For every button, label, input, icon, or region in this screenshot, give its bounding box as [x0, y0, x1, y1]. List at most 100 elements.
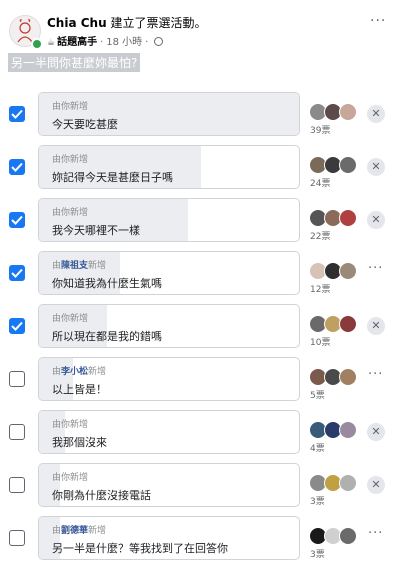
- post-options-button[interactable]: ···: [370, 13, 386, 29]
- voter-avatars[interactable]: [309, 474, 361, 492]
- vote-count[interactable]: 22票: [310, 229, 330, 242]
- poll-option-checkbox[interactable]: [9, 318, 25, 334]
- voter-avatars[interactable]: [309, 315, 361, 333]
- badge-icon: ☕: [47, 38, 56, 48]
- poll-option-added-by: 由你新增: [52, 417, 88, 430]
- poll-option-box[interactable]: 由你新增 今天要吃甚麼: [38, 92, 300, 136]
- voter-avatars[interactable]: [309, 156, 361, 174]
- voter-avatar[interactable]: [339, 315, 357, 333]
- author-name[interactable]: Chia Chu: [47, 16, 107, 30]
- added-by-prefix: 由你新增: [52, 155, 89, 165]
- vote-count[interactable]: 10票: [310, 335, 330, 348]
- post-meta: ☕ 話題高手 · 18 小時 ·: [47, 33, 164, 48]
- remove-option-button[interactable]: ✕: [367, 158, 385, 176]
- option-more-button[interactable]: ···: [368, 261, 383, 276]
- poll-option-checkbox[interactable]: [9, 106, 25, 122]
- poll-option-checkbox[interactable]: [9, 477, 25, 493]
- poll-option-box[interactable]: 由你新增妳記得今天是甚麼日子嗎: [38, 145, 300, 189]
- post-header: Chia Chu 建立了票選活動。 ☕ 話題高手 · 18 小時 · ···: [0, 0, 401, 55]
- vote-count[interactable]: 5票: [310, 388, 325, 401]
- option-more-button[interactable]: ···: [368, 526, 383, 541]
- post-author-line: Chia Chu 建立了票選活動。: [47, 14, 206, 31]
- poll-option-box[interactable]: 由李小松新增 以上皆是！: [38, 357, 300, 401]
- poll-option-box[interactable]: 由你新增 我那個沒來: [38, 410, 300, 454]
- poll-option-text: 以上皆是！: [52, 383, 107, 396]
- voter-avatar[interactable]: [339, 209, 357, 227]
- voter-avatar[interactable]: [339, 368, 357, 386]
- poll-option-checkbox[interactable]: [9, 212, 25, 228]
- poll-option-added-by: 由你新增: [52, 205, 88, 218]
- poll-option-box[interactable]: 由陳祖支新增 你知道我為什麼生氣嗎: [38, 251, 300, 295]
- added-by-prefix: 由: [52, 261, 62, 271]
- poll-option-added-by: 由李小松新增: [52, 364, 106, 377]
- poll-option-row: 由你新增我那個沒來 4票 ✕: [0, 410, 401, 458]
- poll-option-row: 由你新增 今天要吃甚麼 39票 ✕: [0, 92, 401, 140]
- poll-option-checkbox[interactable]: [9, 265, 25, 281]
- poll-option-text: 所以現在都是我的錯嗎: [52, 330, 162, 343]
- voter-avatar[interactable]: [339, 103, 357, 121]
- poll-option-checkbox[interactable]: [9, 530, 25, 546]
- added-by-suffix: 新增: [88, 526, 107, 536]
- poll-option-added-by: 由你新增: [52, 152, 88, 165]
- poll-option-row: 由劉德華新增 另一半是什麼？等我找到了在回答你 3票 ···: [0, 516, 401, 564]
- poll-option-box[interactable]: 由你新增 我今天哪裡不一樣: [38, 198, 300, 242]
- poll-option-row: 由你新增你剛為什麼沒接電話 3票 ✕: [0, 463, 401, 511]
- poll-option-text: 妳記得今天是甚麼日子嗎: [52, 171, 173, 184]
- remove-option-button[interactable]: ✕: [367, 105, 385, 123]
- poll-option-text: 你剛為什麼沒接電話: [52, 489, 151, 502]
- added-by-prefix: 由: [52, 526, 62, 536]
- voter-avatars[interactable]: [309, 527, 361, 545]
- remove-option-button[interactable]: ✕: [367, 476, 385, 494]
- voter-avatar[interactable]: [339, 474, 357, 492]
- voter-avatar[interactable]: [339, 527, 357, 545]
- vote-count[interactable]: 39票: [310, 123, 330, 136]
- vote-count[interactable]: 4票: [310, 441, 325, 454]
- vote-count[interactable]: 3票: [310, 547, 325, 560]
- added-by-prefix: 由你新增: [52, 420, 89, 430]
- voter-avatars[interactable]: [309, 368, 361, 386]
- poll-option-row: 由你新增妳記得今天是甚麼日子嗎 24票 ✕: [0, 145, 401, 193]
- vote-count[interactable]: 3票: [310, 494, 325, 507]
- voter-avatars[interactable]: [309, 103, 361, 121]
- poll-option-row: 由陳祖支新增 你知道我為什麼生氣嗎 12票 ···: [0, 251, 401, 299]
- remove-option-button[interactable]: ✕: [367, 423, 385, 441]
- separator-dot: ·: [100, 37, 104, 48]
- poll-option-checkbox[interactable]: [9, 371, 25, 387]
- poll-option-box[interactable]: 由劉德華新增 另一半是什麼？等我找到了在回答你: [38, 516, 300, 560]
- added-by-prefix: 由你新增: [52, 473, 89, 483]
- post-time[interactable]: 18 小時: [106, 37, 142, 48]
- poll-option-text: 我那個沒來: [52, 436, 107, 449]
- option-more-button[interactable]: ···: [368, 367, 383, 382]
- added-by-prefix: 由你新增: [52, 102, 89, 112]
- voter-avatars[interactable]: [309, 209, 361, 227]
- poll-option-checkbox[interactable]: [9, 424, 25, 440]
- poll-option-box[interactable]: 由你新增 所以現在都是我的錯嗎: [38, 304, 300, 348]
- separator-dot: ·: [145, 37, 149, 48]
- added-by-user-link[interactable]: 李小松: [61, 367, 88, 377]
- added-by-prefix: 由: [52, 367, 62, 377]
- remove-option-button[interactable]: ✕: [367, 317, 385, 335]
- vote-count[interactable]: 12票: [310, 282, 330, 295]
- checkmark-icon: [11, 321, 23, 331]
- voter-avatars[interactable]: [309, 421, 361, 439]
- voter-avatar[interactable]: [339, 421, 357, 439]
- voter-avatars[interactable]: [309, 262, 361, 280]
- checkmark-icon: [11, 268, 23, 278]
- voter-avatar[interactable]: [339, 156, 357, 174]
- poll-option-added-by: 由劉德華新增: [52, 523, 106, 536]
- poll-option-added-by: 由陳祖支新增: [52, 258, 106, 271]
- poll-option-box[interactable]: 由你新增你剛為什麼沒接電話: [38, 463, 300, 507]
- online-status-dot: [31, 38, 43, 50]
- added-by-user-link[interactable]: 劉德華: [61, 526, 88, 536]
- poll-option-row: 由李小松新增 以上皆是！ 5票 ···: [0, 357, 401, 405]
- remove-option-button[interactable]: ✕: [367, 211, 385, 229]
- poll-option-checkbox[interactable]: [9, 159, 25, 175]
- globe-icon: [154, 37, 164, 46]
- vote-count[interactable]: 24票: [310, 176, 330, 189]
- top-contributor-badge[interactable]: 話題高手: [57, 37, 97, 48]
- poll-option-row: 由你新增 我今天哪裡不一樣 22票 ✕: [0, 198, 401, 246]
- poll-question-wrap: 另一半問你甚麼妳最怕?: [8, 53, 141, 72]
- voter-avatar[interactable]: [339, 262, 357, 280]
- checkmark-icon: [11, 162, 23, 172]
- added-by-user-link[interactable]: 陳祖支: [61, 261, 88, 271]
